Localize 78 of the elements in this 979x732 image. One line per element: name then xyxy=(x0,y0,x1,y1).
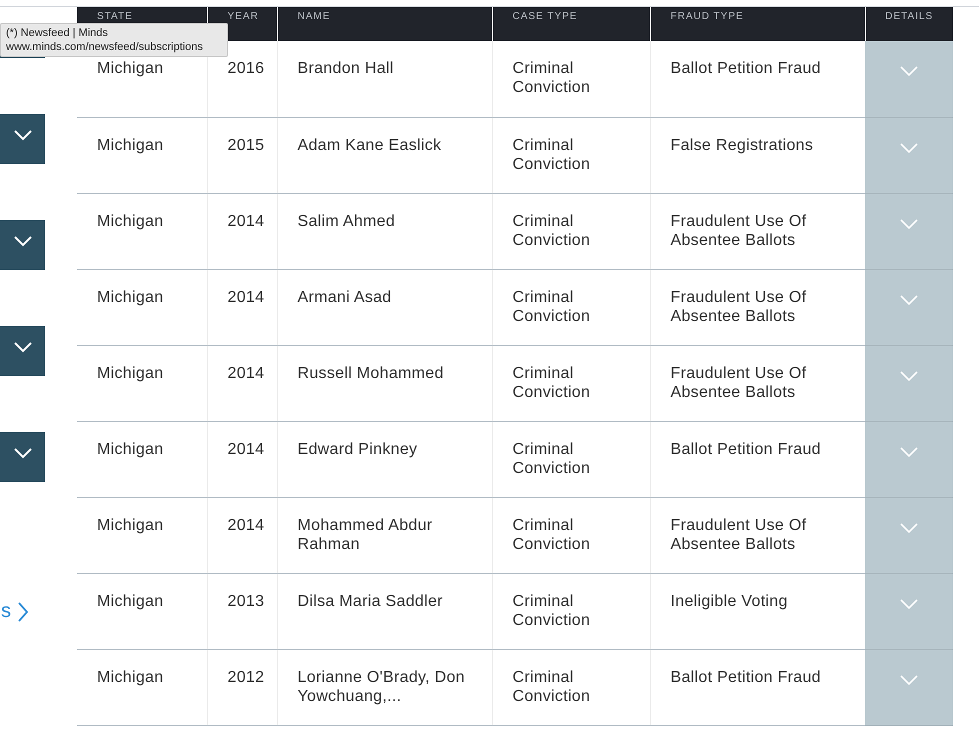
chevron-down-icon xyxy=(899,522,919,534)
table-cell: Ballot Petition Fraud xyxy=(670,440,821,458)
chevron-down-icon xyxy=(12,341,32,353)
toggle-button[interactable] xyxy=(0,432,45,482)
chevron-right-icon xyxy=(17,600,29,622)
table-cell: Michigan xyxy=(97,592,164,610)
chevron-down-icon xyxy=(899,598,919,610)
toggle-button[interactable] xyxy=(0,326,45,376)
table-cell: 2014 xyxy=(228,364,264,382)
details-toggle[interactable] xyxy=(865,41,953,117)
table-cell: Michigan xyxy=(97,60,164,77)
table-cell: 2013 xyxy=(228,592,264,610)
chevron-down-icon xyxy=(899,142,919,154)
table-cell: Russell Mohammed xyxy=(298,364,444,382)
chevron-down-icon xyxy=(899,370,919,382)
table-cell: 2016 xyxy=(228,60,264,77)
table-cell: Michigan xyxy=(97,668,164,686)
table-cell: Fraudulent Use Of Absentee Ballots xyxy=(670,288,806,324)
details-toggle[interactable] xyxy=(865,573,953,649)
table-cell: Dilsa Maria Saddler xyxy=(298,592,443,610)
table-cell: Michigan xyxy=(97,364,164,382)
table-cell: Salim Ahmed xyxy=(298,212,396,230)
table-cell: Criminal Conviction xyxy=(512,288,590,324)
chevron-down-icon xyxy=(12,129,32,141)
details-toggle[interactable] xyxy=(865,269,953,345)
tooltip-url: www.minds.com/newsfeed/subscriptions xyxy=(6,40,204,54)
table-cell: 2012 xyxy=(228,668,264,686)
details-toggle[interactable] xyxy=(865,649,953,725)
column-header: DETAILS xyxy=(865,7,953,41)
table-cell: Ineligible Voting xyxy=(670,592,788,610)
chevron-down-icon xyxy=(899,218,919,230)
chevron-down-icon xyxy=(12,235,32,247)
table-cell: 2014 xyxy=(228,288,264,306)
details-toggle[interactable] xyxy=(865,117,953,193)
table-cell: Criminal Conviction xyxy=(512,212,590,248)
details-toggle[interactable] xyxy=(865,421,953,497)
table-cell: Ballot Petition Fraud xyxy=(670,60,821,77)
table-cell: Brandon Hall xyxy=(298,60,394,77)
chevron-down-icon xyxy=(899,65,919,77)
table-cell: Adam Kane Easlick xyxy=(298,136,442,154)
table-cell: Ballot Petition Fraud xyxy=(670,668,821,686)
details-toggle[interactable] xyxy=(865,345,953,421)
table-cell: Edward Pinkney xyxy=(298,440,418,458)
table-cell: 2015 xyxy=(228,136,264,154)
table-cell: Criminal Conviction xyxy=(512,136,590,172)
table-cell: Michigan xyxy=(97,288,164,306)
table-cell: Armani Asad xyxy=(298,288,392,306)
table-cell: Fraudulent Use Of Absentee Ballots xyxy=(670,516,806,552)
chevron-down-icon xyxy=(12,447,32,459)
table-cell: 2014 xyxy=(228,516,264,534)
table-cell: Lorianne O'Brady, Don Yowchuang,... xyxy=(298,668,465,704)
chevron-down-icon xyxy=(899,294,919,306)
table-cell: 2014 xyxy=(228,212,264,230)
table-cell: Criminal Conviction xyxy=(512,440,590,476)
table-cell: Criminal Conviction xyxy=(512,668,590,704)
chevron-down-icon xyxy=(899,446,919,458)
table-cell: 2014 xyxy=(228,440,264,458)
table-cell: Criminal Conviction xyxy=(512,516,590,552)
column-header: NAME xyxy=(277,7,492,41)
toggle-button[interactable] xyxy=(0,220,45,270)
table-cell: False Registrations xyxy=(670,136,814,154)
details-toggle[interactable] xyxy=(865,193,953,269)
table-cell: Criminal Conviction xyxy=(512,60,590,96)
table-cell: Mohammed Abdur Rahman xyxy=(298,516,432,552)
column-header: CASE TYPE xyxy=(492,7,650,41)
table-cell: Michigan xyxy=(97,136,164,154)
table-cell: Fraudulent Use Of Absentee Ballots xyxy=(670,364,806,400)
table-cell: Criminal Conviction xyxy=(512,592,590,628)
details-toggle[interactable] xyxy=(865,497,953,573)
table-cell: Michigan xyxy=(97,440,164,458)
table-cell: Michigan xyxy=(97,212,164,230)
chevron-down-icon xyxy=(899,674,919,686)
column-header: FRAUD TYPE xyxy=(650,7,865,41)
more-link[interactable]: s xyxy=(1,600,29,623)
toggle-button[interactable] xyxy=(0,114,45,164)
table-cell: Fraudulent Use Of Absentee Ballots xyxy=(670,212,806,248)
table-cell: Michigan xyxy=(97,516,164,534)
table-cell: Criminal Conviction xyxy=(512,364,590,400)
